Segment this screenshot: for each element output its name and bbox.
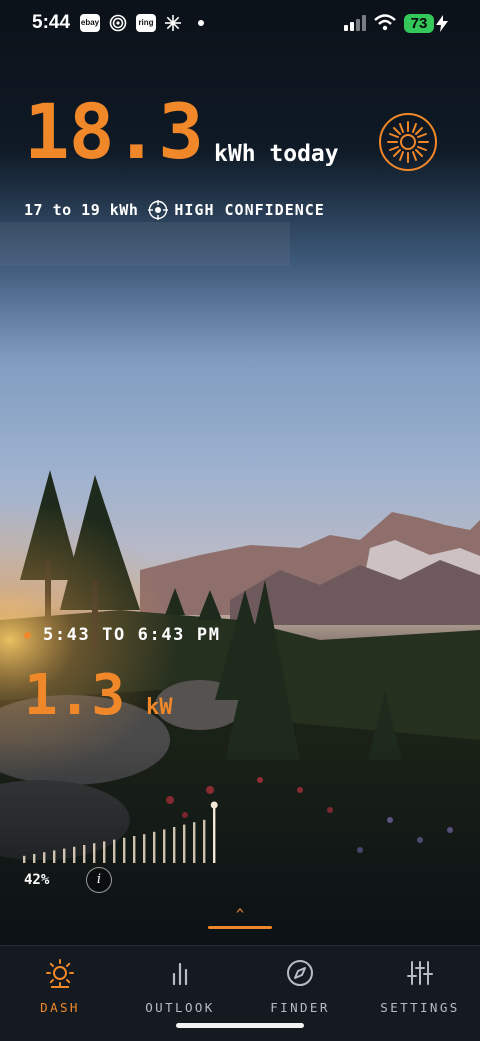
status-bar: 5:44 ebay ring 73 (0, 0, 480, 48)
power-level-bar (23, 855, 26, 863)
chevron-up-icon: ^ (235, 907, 245, 923)
power-level-bar (183, 824, 186, 863)
daily-energy-value: 18.3 (24, 87, 204, 176)
tab-outlook-label: OUTLOOK (145, 1000, 215, 1015)
power-level-bar (33, 854, 36, 863)
tab-dash[interactable]: DASH (0, 958, 120, 1015)
wifi-icon (374, 14, 396, 32)
cellular-signal-icon (344, 15, 366, 33)
power-level-bar (83, 845, 86, 863)
power-level-bar (153, 831, 156, 863)
handle-bar (208, 926, 272, 929)
sun-icon (46, 959, 74, 988)
power-level-bar (203, 819, 206, 863)
header-fade-strip (0, 222, 290, 266)
confidence-label: HIGH CONFIDENCE (174, 201, 325, 219)
expand-panel-handle[interactable]: ^ (208, 908, 272, 932)
power-level-bar (163, 829, 166, 863)
power-level-bar (73, 846, 76, 863)
power-level-bar (143, 834, 146, 863)
charging-bolt-icon (436, 15, 448, 33)
ring-notification-icon: ring (136, 14, 156, 32)
battery-level: 73 (404, 14, 434, 33)
tab-settings-label: SETTINGS (380, 1000, 460, 1015)
bar-chart-icon (172, 962, 188, 986)
sliders-icon (407, 961, 433, 985)
more-notifications-dot (198, 20, 204, 26)
status-time: 5:44 (32, 12, 71, 33)
peak-window-row: 5:43 TO 6:43 PM (24, 625, 221, 645)
peak-indicator-dot (24, 631, 31, 639)
power-level-bar (173, 827, 176, 863)
power-level-bar (43, 852, 46, 863)
power-level-bar (123, 837, 126, 863)
tab-outlook[interactable]: OUTLOOK (120, 958, 240, 1015)
power-level-bar (63, 848, 66, 863)
peak-power-unit: kW (146, 695, 173, 720)
sun-badge-icon[interactable] (378, 112, 438, 172)
power-level-bar (113, 839, 116, 863)
compass-icon (287, 960, 313, 986)
starburst-notification-icon (164, 14, 182, 32)
peak-power-value: 1.3 (24, 663, 126, 728)
power-percent: 42% (24, 872, 50, 888)
power-level-bars (23, 801, 218, 863)
power-level-bar (103, 841, 106, 863)
power-level-bar (53, 850, 56, 863)
tab-dash-label: DASH (40, 1000, 80, 1015)
target-icon (148, 200, 169, 220)
peak-window-time: 5:43 TO 6:43 PM (43, 625, 221, 645)
power-level-bar (213, 803, 216, 863)
tab-finder[interactable]: FINDER (240, 958, 360, 1015)
tab-settings[interactable]: SETTINGS (360, 958, 480, 1015)
forecast-range: 17 to 19 kWh (24, 201, 139, 219)
power-level-bar (93, 843, 96, 863)
power-level-bar (133, 836, 136, 863)
home-indicator (176, 1023, 304, 1028)
tab-finder-label: FINDER (270, 1000, 330, 1015)
info-button[interactable]: i (86, 867, 112, 893)
spiral-notification-icon (109, 14, 127, 32)
power-level-knob (210, 801, 218, 809)
daily-energy-unit: kWh today (214, 141, 339, 167)
forecast-range-row: 17 to 19 kWh HIGH CONFIDENCE (24, 200, 325, 220)
power-level-bar (193, 822, 196, 863)
ebay-notification-icon: ebay (80, 14, 100, 32)
